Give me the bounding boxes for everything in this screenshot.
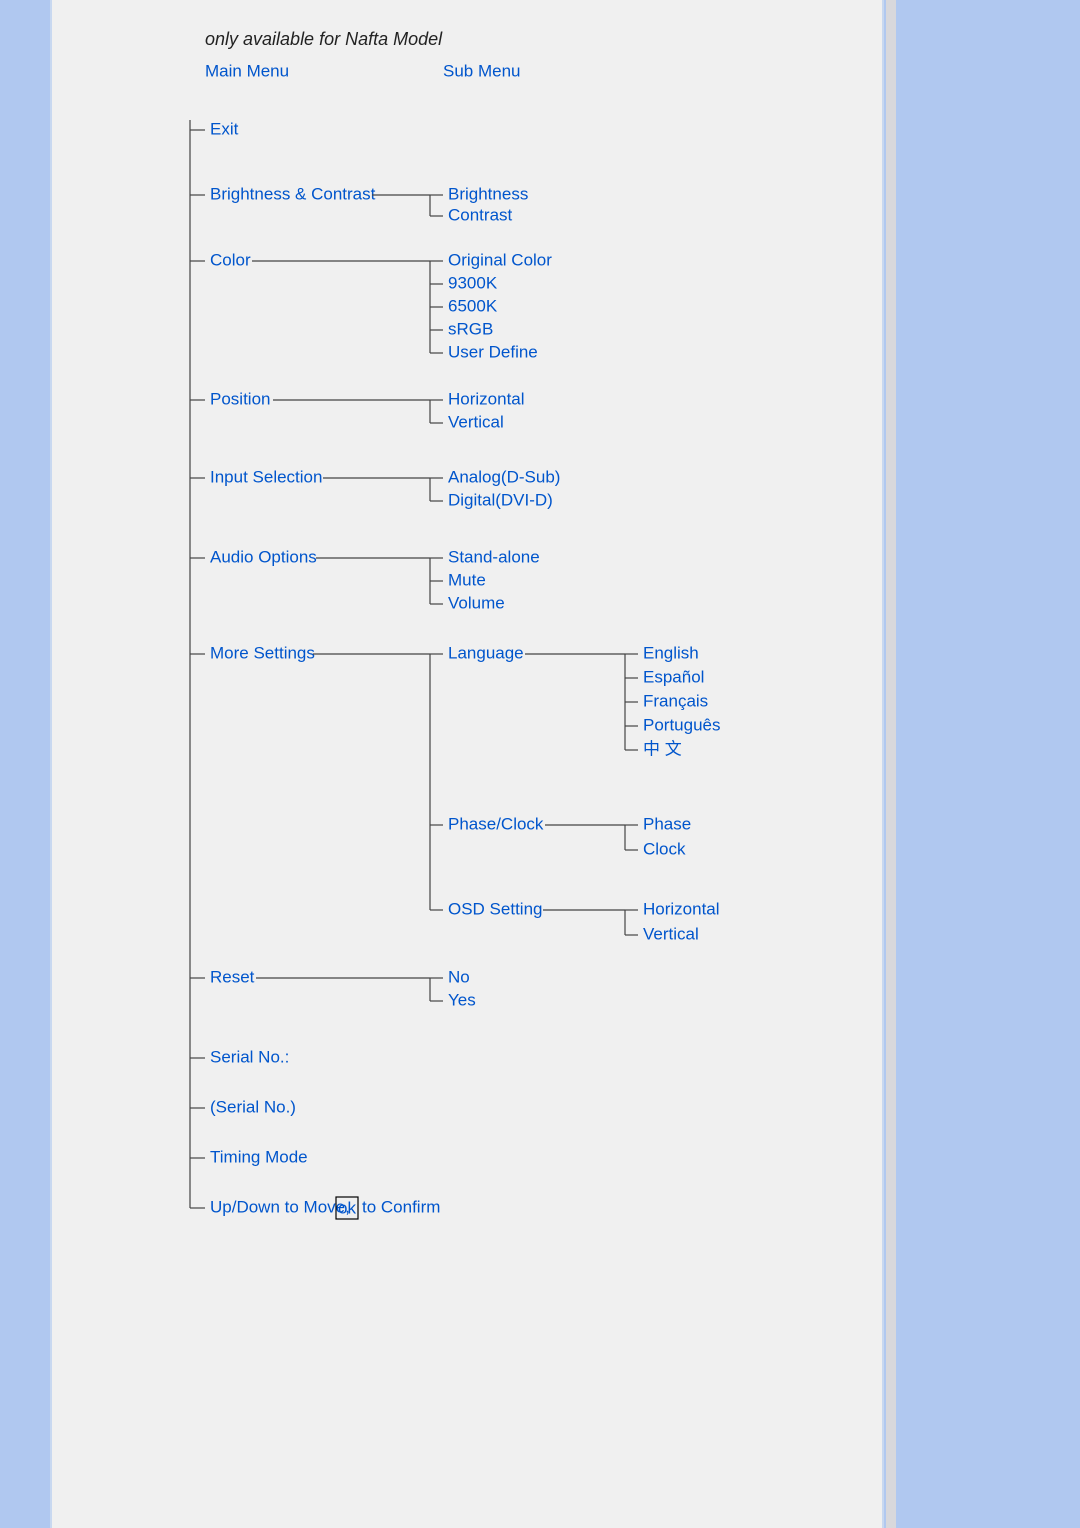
- sub-user-define: User Define: [448, 342, 538, 361]
- lang-francais: Français: [643, 691, 708, 710]
- sub-digital: Digital(DVI-D): [448, 490, 553, 509]
- menu-input-selection: Input Selection: [210, 467, 322, 486]
- sub-mute: Mute: [448, 570, 486, 589]
- lang-espanol: Español: [643, 667, 704, 686]
- menu-position: Position: [210, 389, 270, 408]
- menu-timing-mode: Timing Mode: [210, 1147, 308, 1166]
- hint-suffix: to Confirm: [362, 1197, 440, 1216]
- sub-contrast: Contrast: [448, 205, 513, 224]
- sub-pos-vertical: Vertical: [448, 412, 504, 431]
- lang-portugues: Português: [643, 715, 721, 734]
- sub-original-color: Original Color: [448, 250, 552, 269]
- menu-reset: Reset: [210, 967, 255, 986]
- menu-serial-value: (Serial No.): [210, 1097, 296, 1116]
- sub-6500k: 6500K: [448, 296, 498, 315]
- menu-serial-label: Serial No.:: [210, 1047, 289, 1066]
- sub-volume: Volume: [448, 593, 505, 612]
- sub-brightness: Brightness: [448, 184, 528, 203]
- sub-menu-header: Sub Menu: [443, 61, 521, 80]
- osd-vertical: Vertical: [643, 924, 699, 943]
- menu-tree-diagram: only available for Nafta Model Main Menu…: [0, 0, 1080, 1528]
- hint-ok: ok: [338, 1198, 356, 1217]
- sub-analog: Analog(D-Sub): [448, 467, 560, 486]
- sub-phase-clock: Phase/Clock: [448, 814, 544, 833]
- sub-osd-setting: OSD Setting: [448, 899, 543, 918]
- menu-brightness-contrast: Brightness & Contrast: [210, 184, 376, 203]
- sub-reset-yes: Yes: [448, 990, 476, 1009]
- menu-more-settings: More Settings: [210, 643, 315, 662]
- availability-note: only available for Nafta Model: [205, 29, 443, 49]
- lang-english: English: [643, 643, 699, 662]
- sub-srgb: sRGB: [448, 319, 493, 338]
- pc-phase: Phase: [643, 814, 691, 833]
- sub-standalone: Stand-alone: [448, 547, 540, 566]
- sub-9300k: 9300K: [448, 273, 498, 292]
- menu-color: Color: [210, 250, 251, 269]
- lang-chinese: 中 文: [643, 739, 682, 758]
- hint-prefix: Up/Down to Move,: [210, 1197, 350, 1216]
- sub-reset-no: No: [448, 967, 470, 986]
- menu-exit: Exit: [210, 119, 239, 138]
- menu-audio-options: Audio Options: [210, 547, 317, 566]
- sub-pos-horizontal: Horizontal: [448, 389, 525, 408]
- main-menu-header: Main Menu: [205, 61, 289, 80]
- pc-clock: Clock: [643, 839, 686, 858]
- osd-horizontal: Horizontal: [643, 899, 720, 918]
- sub-language: Language: [448, 643, 524, 662]
